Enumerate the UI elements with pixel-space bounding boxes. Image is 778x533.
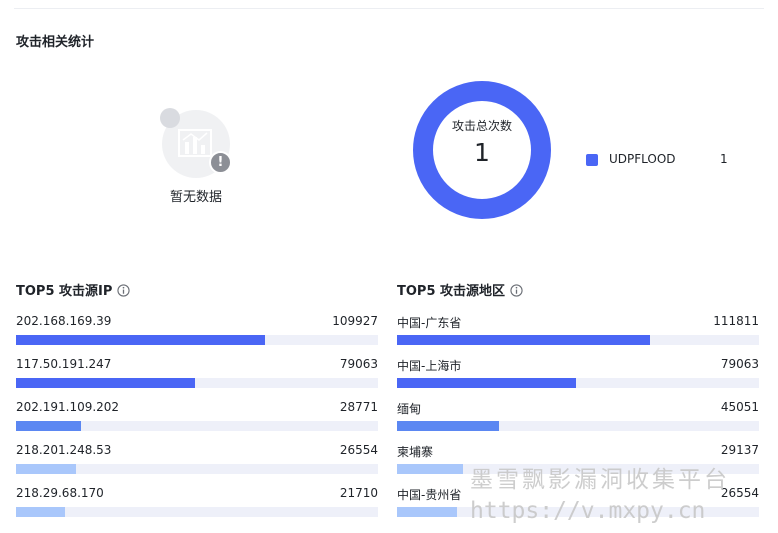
row-name: 218.29.68.170 [16, 486, 104, 500]
section-title: 攻击相关统计 [16, 35, 95, 50]
watermark-title: 墨雪飘影漏洞收集平台 [470, 467, 730, 493]
watermark-url: https://v.mxpy.cn [470, 498, 706, 524]
row-name: 中国-上海市 [397, 359, 462, 373]
top5-region-panel: TOP5 攻击源地区 中国-广东省 111811 中国-上海市 79063 缅甸 4505… [397, 283, 759, 517]
bar-fill [16, 507, 66, 517]
row-value: 79063 [720, 357, 759, 371]
row-name: 中国-贵州省 [397, 488, 462, 502]
bar-track [397, 335, 759, 345]
legend-item-udpflood[interactable]: UDPFLOOD 1 [586, 152, 736, 168]
bar-track [16, 507, 378, 517]
bar-fill [397, 421, 499, 431]
donut-value: 1 [474, 138, 490, 167]
row-name: 缅甸 [397, 402, 422, 416]
bar-track [16, 464, 378, 474]
empty-state: ! 暂无数据 [150, 104, 242, 205]
row-value: 79063 [339, 357, 378, 371]
row-name: 中国-广东省 [397, 316, 462, 330]
ranked-row: 中国-广东省 111811 [397, 314, 759, 345]
top5-ip-title: TOP5 攻击源IP [16, 283, 378, 301]
top5-region-title: TOP5 攻击源地区 [397, 283, 759, 301]
row-name: 117.50.191.247 [16, 357, 112, 371]
empty-state-dot [160, 108, 180, 128]
row-value: 29137 [720, 443, 759, 457]
bar-track [397, 378, 759, 388]
info-icon[interactable] [117, 284, 131, 297]
top5-region-title-text: TOP5 攻击源地区 [397, 284, 506, 299]
bar-track [16, 378, 378, 388]
bar-chart-icon [178, 129, 212, 157]
bar-fill [397, 507, 458, 517]
warning-icon: ! [209, 151, 232, 174]
bar-fill [397, 464, 463, 474]
bar-fill [397, 378, 576, 388]
ranked-row: 中国-上海市 79063 [397, 357, 759, 388]
bar-track [16, 335, 378, 345]
info-icon[interactable] [510, 284, 523, 297]
row-name: 202.168.169.39 [16, 314, 112, 328]
ranked-row: 218.201.248.53 26554 [16, 443, 378, 474]
row-name: 柬埔寨 [397, 445, 434, 459]
legend-swatch [586, 154, 598, 166]
ranked-row: 117.50.191.247 79063 [16, 357, 378, 388]
row-value: 28771 [339, 400, 378, 414]
donut-label: 攻击总次数 [451, 119, 512, 133]
bar-fill [16, 335, 265, 345]
row-value: 109927 [332, 314, 378, 328]
legend-count: 1 [720, 152, 728, 166]
row-name: 202.191.109.202 [16, 400, 120, 414]
row-value: 111811 [713, 314, 759, 328]
ranked-row: 缅甸 45051 [397, 400, 759, 431]
bar-fill [16, 421, 82, 431]
top5-ip-title-text: TOP5 攻击源IP [16, 284, 113, 299]
bar-track [16, 421, 378, 431]
row-value: 26554 [339, 443, 378, 457]
ranked-row: 202.191.109.202 28771 [16, 400, 378, 431]
bar-fill [16, 464, 77, 474]
top5-ip-panel: TOP5 攻击源IP 202.168.169.39 109927 117.50.19… [16, 283, 378, 517]
bar-track [397, 421, 759, 431]
top-divider [14, 8, 764, 9]
bar-fill [397, 335, 650, 345]
ranked-row: 218.29.68.170 21710 [16, 486, 378, 517]
row-value: 21710 [339, 486, 378, 500]
row-name: 218.201.248.53 [16, 443, 112, 457]
ranked-row: 202.168.169.39 109927 [16, 314, 378, 345]
row-value: 45051 [720, 400, 759, 414]
empty-state-text: 暂无数据 [169, 190, 222, 205]
bar-fill [16, 378, 195, 388]
legend-name: UDPFLOOD [609, 152, 676, 166]
